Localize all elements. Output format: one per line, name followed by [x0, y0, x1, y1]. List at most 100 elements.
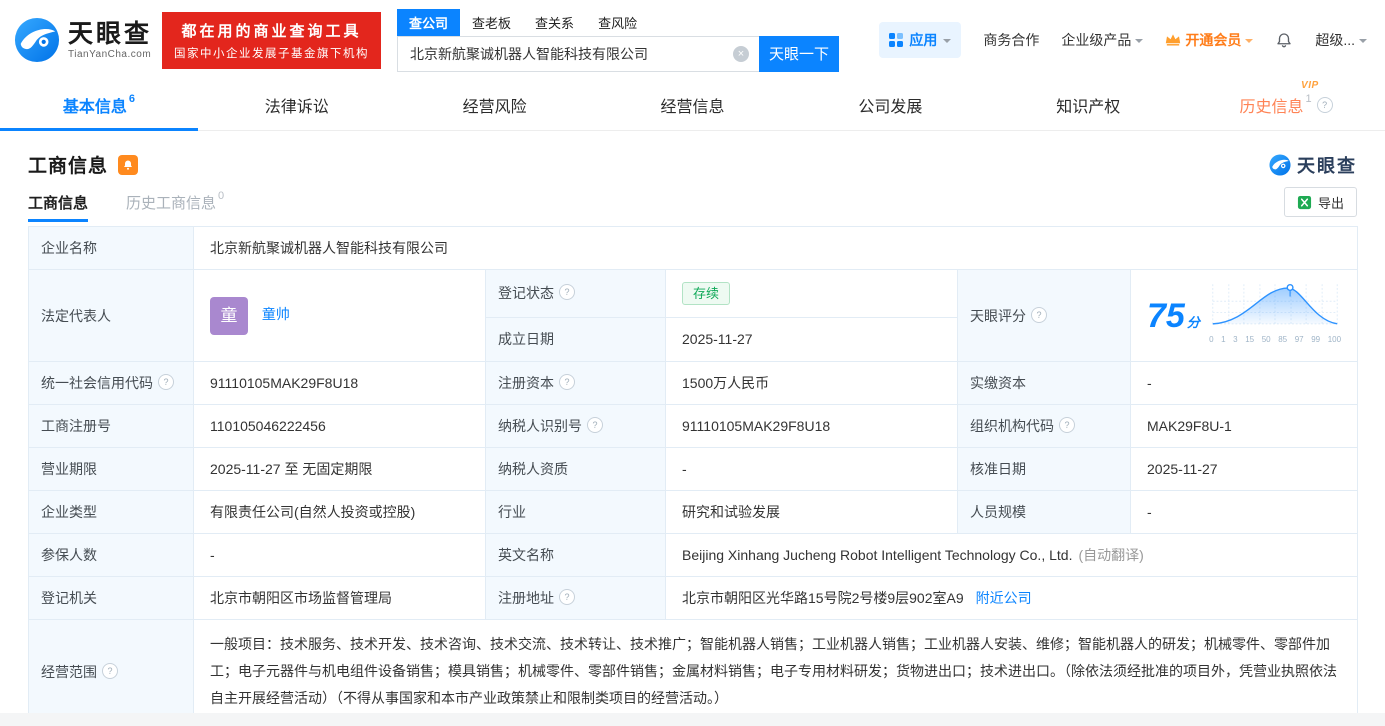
monitor-bell-icon[interactable]: [118, 154, 139, 175]
value-staff-size: -: [1129, 490, 1359, 534]
field-label: 经营范围: [41, 663, 97, 680]
tab-operating-risk[interactable]: 经营风险: [396, 80, 594, 130]
help-icon[interactable]: [1316, 97, 1333, 113]
score-value: 75: [1147, 296, 1185, 335]
search-input[interactable]: [397, 35, 760, 72]
tab-company-development[interactable]: 公司发展: [791, 80, 989, 130]
value-business-term: 2025-11-27 至 无固定期限: [193, 447, 486, 491]
section-header: 工商信息 天眼查: [0, 131, 1385, 178]
search-tab-relation[interactable]: 查关系: [523, 9, 586, 36]
nearby-companies-link[interactable]: 附近公司: [976, 590, 1032, 606]
apps-menu[interactable]: 应用: [879, 22, 962, 58]
super-vip-menu[interactable]: 超级...: [1315, 30, 1367, 50]
label-legal-representative: 法定代表人: [28, 269, 194, 362]
help-icon[interactable]: [102, 662, 118, 679]
field-label: 登记机关: [41, 590, 97, 606]
field-label: 天眼评分: [970, 307, 1026, 324]
enterprise-products-menu[interactable]: 企业级产品: [1061, 30, 1144, 50]
field-label: 统一社会信用代码: [41, 375, 153, 391]
label-registration-status: 登记状态: [485, 269, 666, 318]
super-vip-label: 超级...: [1315, 32, 1355, 48]
table-row: 统一社会信用代码 91110105MAK29F8U18 注册资本 1500万人民…: [28, 361, 1359, 405]
value-registration-number: 110105046222456: [193, 404, 486, 448]
business-cooperation-link[interactable]: 商务合作: [983, 30, 1039, 50]
field-label: 注册资本: [498, 375, 554, 391]
help-icon[interactable]: [559, 589, 575, 605]
label-taxpayer-id: 纳税人识别号: [485, 404, 666, 448]
vip-membership-menu[interactable]: 开通会员: [1165, 30, 1254, 50]
help-icon[interactable]: [559, 284, 575, 301]
axis-tick: 3: [1233, 335, 1238, 344]
clear-search-icon[interactable]: [733, 45, 750, 62]
apps-label: 应用: [909, 32, 938, 48]
label-paid-capital: 实缴资本: [957, 361, 1131, 405]
help-icon[interactable]: [587, 417, 603, 433]
axis-tick: 1: [1221, 335, 1226, 344]
tab-count-badge: 1: [1305, 92, 1312, 105]
watermark-text: 天眼查: [1297, 155, 1357, 176]
help-icon[interactable]: [1031, 306, 1047, 323]
notification-bell-icon[interactable]: [1275, 31, 1293, 49]
field-label: 成立日期: [498, 331, 554, 348]
value-company-name: 北京新航聚诚机器人智能科技有限公司: [192, 226, 1359, 270]
field-label: 登记状态: [498, 285, 554, 302]
export-button[interactable]: 导出: [1283, 187, 1357, 217]
help-icon[interactable]: [1059, 417, 1075, 433]
label-registered-address: 注册地址: [485, 576, 666, 620]
chevron-down-icon: [943, 38, 952, 47]
value-company-type: 有限责任公司(自然人投资或控股): [193, 490, 486, 534]
label-business-scope: 经营范围: [28, 619, 194, 724]
label-business-term: 营业期限: [28, 447, 194, 491]
vip-badge: VIP: [1301, 80, 1319, 91]
tyc-score-link[interactable]: 75 分 0 1 3 15 50 85 97 99 100: [1147, 281, 1341, 350]
tab-legal-proceedings[interactable]: 法律诉讼: [198, 80, 396, 130]
legal-rep-link[interactable]: 童帅: [262, 306, 290, 322]
search-tab-boss[interactable]: 查老板: [460, 9, 523, 36]
table-row: 法定代表人 童 童帅 登记状态 存续 天眼评分: [28, 269, 1359, 362]
search-button[interactable]: 天眼一下: [759, 35, 840, 72]
help-icon[interactable]: [158, 374, 174, 390]
field-label: 营业期限: [41, 461, 97, 477]
search-tab-risk[interactable]: 查风险: [586, 9, 649, 36]
value-insured-count: -: [193, 533, 486, 577]
subtab-business-info-label: 工商信息: [28, 194, 89, 212]
value-taxpayer-quality: -: [665, 447, 958, 491]
chevron-down-icon: [1245, 38, 1254, 47]
help-icon[interactable]: [559, 374, 575, 390]
tab-operating-risk-label: 经营风险: [462, 99, 527, 116]
value-registration-status: 存续: [665, 269, 958, 318]
axis-tick: 85: [1278, 335, 1288, 344]
tab-history-info-label: 历史信息: [1239, 99, 1304, 116]
subtabs-row: 工商信息 历史工商信息 0 导出: [0, 178, 1385, 226]
table-row: 企业名称 北京新航聚诚机器人智能科技有限公司: [28, 226, 1359, 270]
tab-intellectual-property[interactable]: 知识产权: [989, 80, 1187, 130]
label-industry: 行业: [485, 490, 666, 534]
export-label: 导出: [1317, 195, 1344, 211]
horizontal-scrollbar[interactable]: [0, 713, 1385, 726]
promo-line1: 都在用的商业查询工具: [181, 22, 362, 40]
tab-operating-info[interactable]: 经营信息: [594, 80, 792, 130]
chevron-down-icon: [1359, 38, 1367, 47]
value-paid-capital: -: [1129, 361, 1359, 405]
value-industry: 研究和试验发展: [665, 490, 958, 534]
label-company-type: 企业类型: [28, 490, 194, 534]
label-establish-date: 成立日期: [485, 316, 666, 363]
label-tyc-score: 天眼评分: [957, 269, 1131, 362]
search-tabs: 查公司 查老板 查关系 查风险: [397, 8, 839, 36]
subtab-business-info[interactable]: 工商信息: [28, 178, 89, 226]
legal-rep-avatar[interactable]: 童: [210, 296, 248, 335]
tianyancha-logo[interactable]: 天眼查 TianYanCha.com: [14, 17, 152, 63]
value-registered-address: 北京市朝阳区光华路15号院2号楼9层902室A9 附近公司: [664, 576, 1359, 620]
tab-basic-info[interactable]: 基本信息 6: [0, 80, 198, 131]
value-taxpayer-id: 91110105MAK29F8U18: [665, 404, 958, 448]
subtab-history-business-info[interactable]: 历史工商信息 0: [126, 178, 224, 226]
field-label: 组织机构代码: [970, 418, 1054, 434]
value-establish-date: 2025-11-27: [665, 316, 958, 363]
value-org-code: MAK29F8U-1: [1129, 404, 1359, 448]
search-tab-company[interactable]: 查公司: [397, 8, 461, 36]
value-approval-date: 2025-11-27: [1129, 447, 1359, 491]
field-label: 企业类型: [41, 504, 97, 520]
tab-history-info[interactable]: VIP 历史信息 1: [1187, 80, 1385, 130]
field-label: 实缴资本: [970, 375, 1026, 391]
promo-line2: 国家中小企业发展子基金旗下机构: [174, 47, 370, 60]
